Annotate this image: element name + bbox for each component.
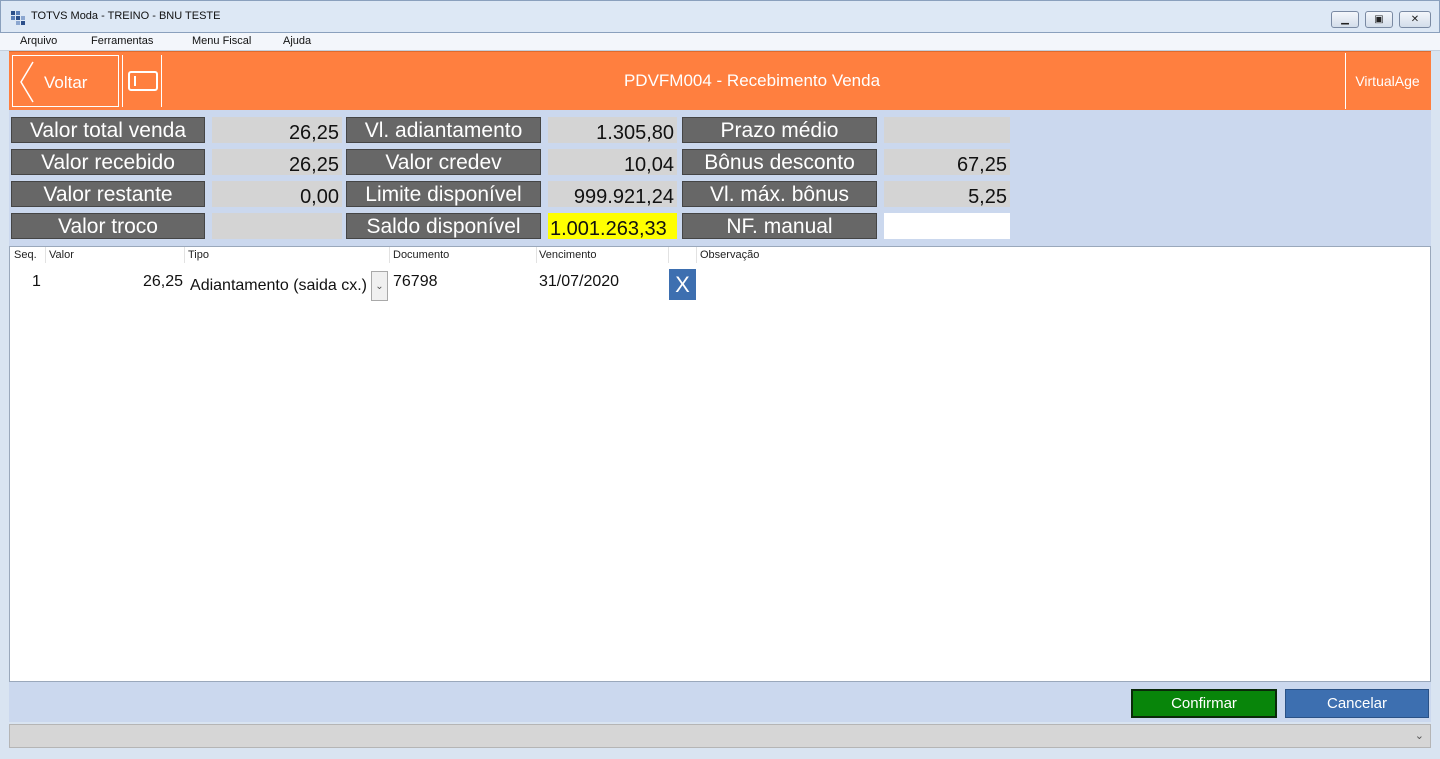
col-separator (45, 247, 46, 263)
value-vl-max-bonus: 5,25 (884, 181, 1010, 207)
minimize-icon: ▁ (1341, 14, 1349, 25)
value-prazo-medio (884, 117, 1010, 143)
cell-documento[interactable]: 76798 (393, 273, 438, 291)
value-vl-adiantamento: 1.305,80 (548, 117, 677, 143)
menu-ajuda[interactable]: Ajuda (283, 35, 311, 47)
label-valor-credev: Valor credev (346, 149, 541, 175)
col-separator (696, 247, 697, 263)
confirm-button-label: Confirmar (1171, 695, 1237, 712)
card-button[interactable] (122, 55, 162, 107)
delete-row-button[interactable]: X (669, 269, 696, 300)
label-vl-adiantamento: Vl. adiantamento (346, 117, 541, 143)
value-valor-total-venda: 26,25 (212, 117, 342, 143)
value-saldo-disponivel: 1.001.263,33 (548, 213, 677, 239)
label-saldo-disponivel: Saldo disponível (346, 213, 541, 239)
confirm-button[interactable]: Confirmar (1131, 689, 1277, 718)
page-title: PDVFM004 - Recebimento Venda (623, 71, 881, 90)
payments-grid: Seq. Valor Tipo Documento Vencimento Obs… (9, 246, 1431, 682)
cancel-button-label: Cancelar (1326, 695, 1388, 712)
page-header: Voltar PDVFM004 - Recebimento Venda Virt… (9, 51, 1431, 110)
chevron-down-icon[interactable]: ⌄ (1415, 729, 1424, 742)
label-prazo-medio: Prazo médio (682, 117, 877, 143)
col-header-vencimento: Vencimento (539, 249, 597, 261)
menu-fiscal[interactable]: Menu Fiscal (192, 35, 251, 47)
col-separator (184, 247, 185, 263)
col-header-valor: Valor (49, 249, 74, 261)
label-vl-max-bonus: Vl. máx. bônus (682, 181, 877, 207)
value-valor-recebido: 26,25 (212, 149, 342, 175)
cell-valor[interactable]: 26,25 (49, 273, 183, 291)
window-title: TOTVS Moda - TREINO - BNU TESTE (31, 10, 221, 22)
label-valor-troco: Valor troco (11, 213, 205, 239)
menu-ferramentas[interactable]: Ferramentas (91, 35, 153, 47)
cell-seq: 1 (32, 273, 41, 290)
value-valor-restante: 0,00 (212, 181, 342, 207)
minimize-button[interactable]: ▁ (1331, 11, 1359, 28)
col-header-seq: Seq. (14, 249, 37, 261)
label-limite-disponivel: Limite disponível (346, 181, 541, 207)
tipo-select[interactable]: Adiantamento (saida cx.) ⌄ (185, 267, 389, 301)
col-header-tipo: Tipo (188, 249, 209, 261)
close-button[interactable]: ✕ (1399, 11, 1431, 28)
chevron-down-icon[interactable]: ⌄ (371, 271, 388, 301)
cell-vencimento[interactable]: 31/07/2020 (539, 273, 619, 291)
card-icon (128, 71, 158, 91)
label-nf-manual: NF. manual (682, 213, 877, 239)
summary-panel: Valor total venda 26,25 Valor recebido 2… (9, 110, 1431, 246)
close-icon: ✕ (1410, 14, 1420, 25)
label-valor-total-venda: Valor total venda (11, 117, 205, 143)
maximize-button[interactable]: ▣ (1365, 11, 1393, 28)
status-bar: ⌄ (9, 724, 1431, 748)
col-separator (668, 247, 669, 263)
value-valor-credev: 10,04 (548, 149, 677, 175)
col-header-observacao: Observação (700, 249, 760, 261)
value-limite-disponivel: 999.921,24 (548, 181, 677, 207)
maximize-icon: ▣ (1374, 14, 1384, 25)
footer-bar: Confirmar Cancelar (9, 682, 1431, 722)
back-button[interactable]: Voltar (12, 55, 119, 107)
brand-button[interactable]: VirtualAge (1345, 53, 1429, 109)
nf-manual-input[interactable] (884, 213, 1010, 239)
menu-bar: Arquivo Ferramentas Menu Fiscal Ajuda (0, 33, 1440, 51)
label-valor-recebido: Valor recebido (11, 149, 205, 175)
cancel-button[interactable]: Cancelar (1285, 689, 1429, 718)
label-valor-restante: Valor restante (11, 181, 205, 207)
app-grid-icon (11, 11, 25, 25)
value-bonus-desconto: 67,25 (884, 149, 1010, 175)
menu-arquivo[interactable]: Arquivo (20, 35, 57, 47)
chevron-left-icon (20, 61, 34, 103)
col-separator (536, 247, 537, 263)
col-separator (389, 247, 390, 263)
brand-label: VirtualAge (1355, 73, 1420, 89)
back-button-label: Voltar (44, 73, 88, 92)
value-valor-troco (212, 213, 342, 239)
label-bonus-desconto: Bônus desconto (682, 149, 877, 175)
tipo-select-value: Adiantamento (saida cx.) (190, 277, 367, 294)
col-header-documento: Documento (393, 249, 450, 261)
close-icon: X (675, 271, 690, 297)
window-titlebar: TOTVS Moda - TREINO - BNU TESTE ▁ ▣ ✕ (0, 0, 1440, 33)
